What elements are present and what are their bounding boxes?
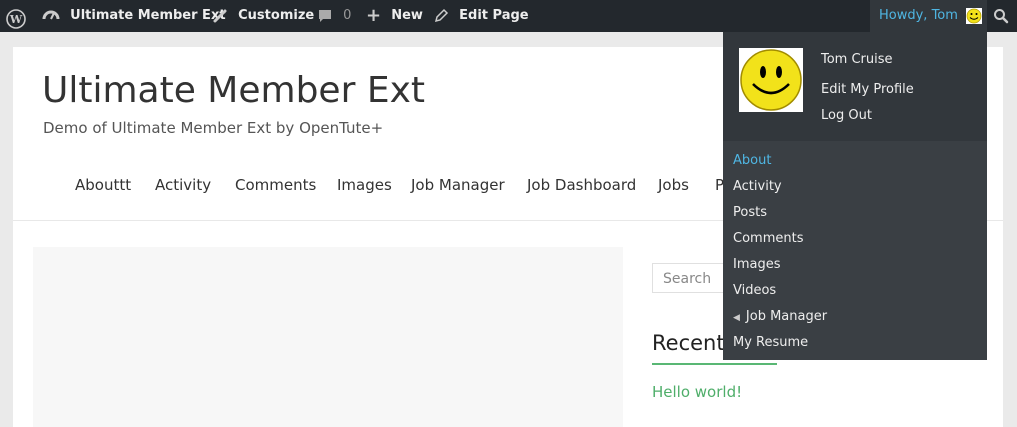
nav-item-abouttt[interactable]: Abouttt [75,176,131,194]
svg-text:W: W [9,13,23,26]
recent-posts-title: Recent [652,331,725,355]
site-name-menu[interactable]: Ultimate Member Ext [42,0,226,32]
search-input[interactable]: Search [652,263,732,293]
menu-item-comments[interactable]: Comments [733,231,803,246]
new-label: New [391,8,423,23]
customize-menu[interactable]: Customize [212,0,314,32]
menu-item-my-resume[interactable]: My Resume [733,335,808,350]
nav-item-images[interactable]: Images [337,176,392,194]
menu-item-job-manager[interactable]: ◀ Job Manager [733,309,827,324]
menu-item-videos[interactable]: Videos [733,283,776,298]
smiley-avatar-icon [966,8,983,24]
logout-link[interactable]: Log Out [821,108,872,123]
comments-count: 0 [343,8,352,23]
user-account-dropdown: Tom Cruise Edit My Profile Log Out About… [723,32,987,360]
search-icon[interactable] [993,0,1013,32]
edit-profile-link[interactable]: Edit My Profile [821,82,914,97]
recent-posts-underline [652,363,777,365]
nav-item-jobs[interactable]: Jobs [658,176,689,194]
site-description: Demo of Ultimate Member Ext by OpenTute+ [43,119,384,137]
nav-item-job-manager[interactable]: Job Manager [411,176,505,194]
main-content-area [33,247,623,427]
plus-icon: + [366,5,382,26]
user-info-section: Tom Cruise Edit My Profile Log Out [723,32,987,141]
comments-menu[interactable]: 0 [317,0,351,32]
new-content-menu[interactable]: + New [366,0,423,32]
smiley-face-icon [740,49,802,111]
site-title[interactable]: Ultimate Member Ext [42,70,425,111]
nav-item-comments[interactable]: Comments [235,176,316,194]
brush-icon [213,9,227,23]
edit-page-menu[interactable]: Edit Page [433,0,529,32]
edit-page-label: Edit Page [459,8,529,23]
recent-post-link[interactable]: Hello world! [652,383,742,401]
menu-item-images[interactable]: Images [733,257,781,272]
nav-item-activity[interactable]: Activity [155,176,211,194]
dashboard-icon [42,10,60,20]
admin-bar: W Ultimate Member Ext Customize 0 + New … [0,0,1017,32]
nav-item-job-dashboard[interactable]: Job Dashboard [527,176,636,194]
user-display-name[interactable]: Tom Cruise [821,52,893,67]
menu-item-activity[interactable]: Activity [733,179,782,194]
menu-item-posts[interactable]: Posts [733,205,767,220]
pencil-icon [434,8,449,23]
comment-bubble-icon [319,10,331,22]
job-manager-label: Job Manager [745,309,828,324]
profile-submenu: About Activity Posts Comments Images Vid… [723,141,987,360]
caret-left-icon: ◀ [733,313,740,323]
site-name-label: Ultimate Member Ext [70,8,226,23]
wordpress-logo-icon[interactable]: W [6,0,30,32]
my-account-menu[interactable]: Howdy, Tom [870,0,987,32]
customize-label: Customize [238,8,315,23]
howdy-label: Howdy, Tom [879,8,958,23]
menu-item-about[interactable]: About [733,153,771,168]
avatar[interactable] [739,48,803,112]
